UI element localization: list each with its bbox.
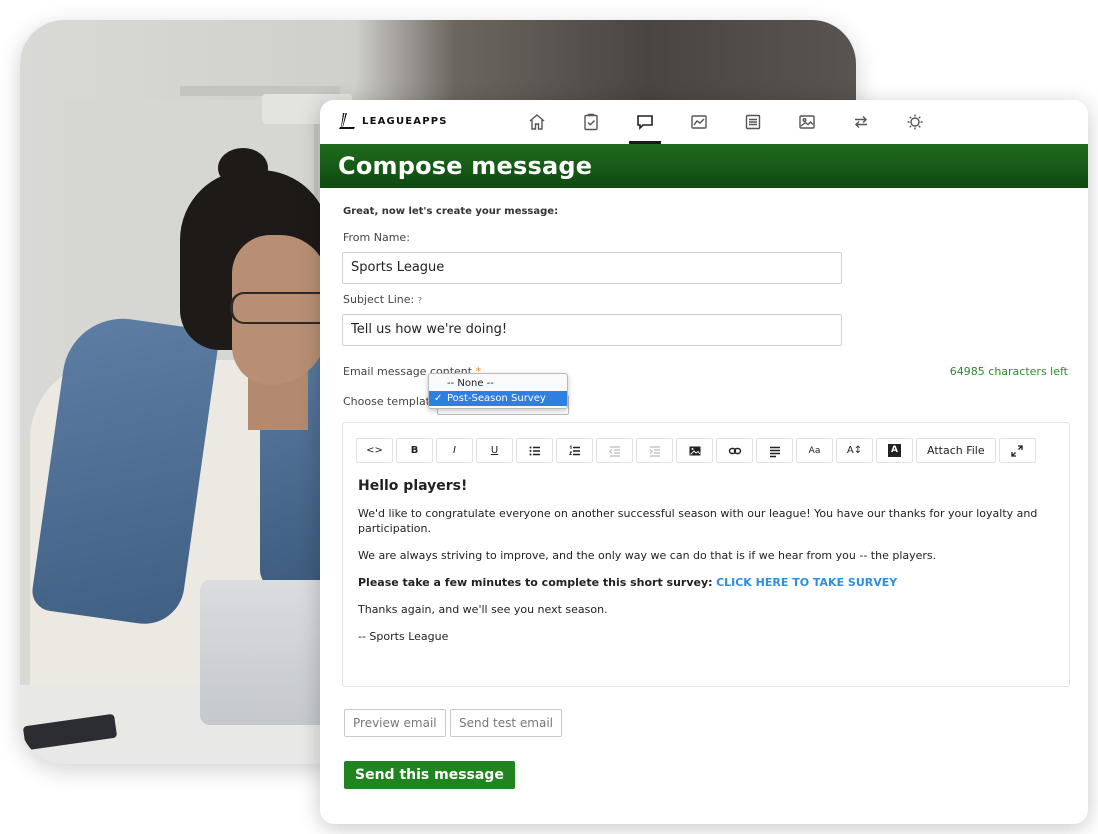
- nav-transfers[interactable]: [834, 100, 888, 144]
- survey-link[interactable]: CLICK HERE TO TAKE SURVEY: [716, 576, 897, 589]
- underline-button[interactable]: U: [476, 438, 513, 463]
- nav-media[interactable]: [780, 100, 834, 144]
- page-title: Compose message: [338, 152, 593, 180]
- indent-button[interactable]: [636, 438, 673, 463]
- nav-messages[interactable]: [618, 100, 672, 144]
- settings-icon: [907, 114, 923, 130]
- list-icon: [745, 114, 761, 130]
- email-signature: -- Sports League: [358, 630, 449, 643]
- font-color-icon: A: [888, 444, 901, 457]
- clipboard-check-icon: [584, 113, 598, 131]
- chart-icon: [691, 115, 707, 129]
- font-button[interactable]: Aa: [796, 438, 833, 463]
- email-paragraph-4: Thanks again, and we'll see you next sea…: [358, 603, 608, 616]
- survey-prompt: Please take a few minutes to complete th…: [358, 576, 713, 589]
- from-name-field[interactable]: Sports League: [342, 252, 842, 284]
- subject-line-field[interactable]: Tell us how we're doing!: [342, 314, 842, 346]
- font-size-button[interactable]: A↕: [836, 438, 873, 463]
- photo-laptop: [200, 580, 340, 725]
- nav-reports[interactable]: [672, 100, 726, 144]
- nav-lists[interactable]: [726, 100, 780, 144]
- brand-logo[interactable]: LEAGUEAPPS: [336, 110, 448, 132]
- attach-file-button[interactable]: Attach File: [916, 438, 996, 463]
- align-button[interactable]: [756, 438, 793, 463]
- subject-label: Subject Line: ?: [343, 293, 422, 306]
- align-left-icon: [769, 446, 780, 457]
- preview-email-button[interactable]: Preview email: [344, 709, 446, 737]
- template-option-label: Post-Season Survey: [447, 393, 546, 404]
- template-dropdown: -- None -- ✓ Post-Season Survey: [428, 373, 568, 409]
- send-message-button[interactable]: Send this message: [344, 761, 515, 789]
- code-view-button[interactable]: <>: [356, 438, 393, 463]
- insert-link-button[interactable]: [716, 438, 753, 463]
- email-paragraph-2: We are always striving to improve, and t…: [358, 549, 937, 562]
- photo-hair-bun: [218, 148, 268, 188]
- characters-left: 64985 characters left: [949, 365, 1068, 378]
- template-label: Choose template: [343, 395, 437, 408]
- numbered-list-button[interactable]: [556, 438, 593, 463]
- nav-settings[interactable]: [888, 100, 942, 144]
- image-icon: [799, 115, 815, 129]
- nav-tasks[interactable]: [564, 100, 618, 144]
- link-icon: [728, 447, 741, 454]
- font-color-button[interactable]: A: [876, 438, 913, 463]
- fullscreen-button[interactable]: [998, 438, 1036, 463]
- from-name-label: From Name:: [343, 231, 410, 244]
- email-paragraph-3: Please take a few minutes to complete th…: [358, 575, 1054, 590]
- page-header: Compose message: [320, 144, 1088, 188]
- email-paragraph-1: We'd like to congratulate everyone on an…: [358, 507, 1038, 535]
- main-nav: [510, 100, 942, 144]
- email-editor[interactable]: <> B I U Aa A↕ A Attach File Hello playe…: [342, 422, 1070, 687]
- template-option-none[interactable]: -- None --: [429, 376, 567, 391]
- insert-image-button[interactable]: [676, 438, 713, 463]
- bullet-list-icon: [529, 446, 540, 455]
- home-icon: [529, 114, 545, 130]
- nav-home[interactable]: [510, 100, 564, 144]
- message-icon: [637, 115, 653, 130]
- outdent-button[interactable]: [596, 438, 633, 463]
- form-intro: Great, now let's create your message:: [343, 206, 559, 217]
- expand-icon: [1011, 444, 1023, 457]
- editor-toolbar: <> B I U Aa A↕ A Attach File: [356, 438, 1036, 463]
- bold-button[interactable]: B: [396, 438, 433, 463]
- italic-button[interactable]: I: [436, 438, 473, 463]
- indent-icon: [649, 445, 660, 457]
- numbered-list-icon: [568, 444, 580, 455]
- app-window: LEAGUEAPPS Compose message Great, now le…: [320, 100, 1088, 824]
- template-option-post-season-survey[interactable]: ✓ Post-Season Survey: [429, 391, 567, 406]
- logo-mark-icon: [339, 112, 355, 129]
- send-test-email-button[interactable]: Send test email: [450, 709, 562, 737]
- outdent-icon: [608, 445, 620, 457]
- email-body[interactable]: Hello players! We'd like to congratulate…: [358, 478, 1054, 656]
- transfer-icon: [855, 116, 867, 128]
- brand-name: LEAGUEAPPS: [362, 115, 448, 127]
- top-nav-bar: LEAGUEAPPS: [320, 100, 1088, 144]
- image-icon: [689, 446, 700, 455]
- email-heading: Hello players!: [358, 478, 468, 494]
- bullet-list-button[interactable]: [516, 438, 553, 463]
- check-icon: ✓: [434, 393, 443, 404]
- subject-label-text: Subject Line:: [343, 293, 415, 306]
- subject-help-icon[interactable]: ?: [418, 296, 422, 305]
